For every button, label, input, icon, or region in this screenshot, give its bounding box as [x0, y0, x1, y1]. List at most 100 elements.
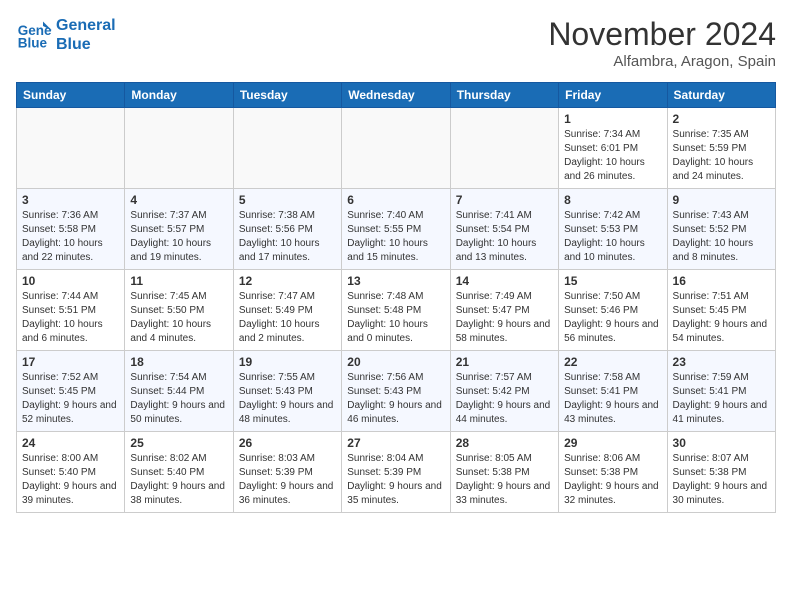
- calendar-cell: 26 Sunrise: 8:03 AM Sunset: 5:39 PM Dayli…: [233, 432, 341, 513]
- day-info: Sunrise: 8:05 AM Sunset: 5:38 PM Dayligh…: [456, 452, 553, 508]
- calendar-cell: 19 Sunrise: 7:55 AM Sunset: 5:43 PM Dayli…: [233, 351, 341, 432]
- calendar-cell: 1 Sunrise: 7:34 AM Sunset: 6:01 PM Daylig…: [559, 108, 667, 189]
- day-info: Sunrise: 8:07 AM Sunset: 5:38 PM Dayligh…: [673, 452, 770, 508]
- day-info: Sunrise: 7:36 AM Sunset: 5:58 PM Dayligh…: [22, 209, 119, 265]
- day-number: 22: [564, 355, 661, 369]
- day-number: 16: [673, 274, 770, 288]
- calendar-cell: 5Sunrise: 7:38 AM Sunset: 5:56 PM Daylig…: [233, 189, 341, 270]
- day-number: 12: [239, 274, 336, 288]
- day-number: 29: [564, 436, 661, 450]
- calendar-cell: 23 Sunrise: 7:59 AM Sunset: 5:41 PM Dayli…: [667, 351, 775, 432]
- calendar-cell: 3 Sunrise: 7:36 AM Sunset: 5:58 PM Daylig…: [17, 189, 125, 270]
- calendar-cell: 4Sunrise: 7:37 AM Sunset: 5:57 PM Daylig…: [125, 189, 233, 270]
- calendar-cell: 28 Sunrise: 8:05 AM Sunset: 5:38 PM Dayli…: [450, 432, 558, 513]
- day-number: 15: [564, 274, 661, 288]
- day-number: 6: [347, 193, 444, 207]
- calendar-cell: [342, 108, 450, 189]
- day-info: Sunrise: 7:48 AM Sunset: 5:48 PM Dayligh…: [347, 290, 444, 346]
- calendar-cell: 9Sunrise: 7:43 AM Sunset: 5:52 PM Daylig…: [667, 189, 775, 270]
- day-number: 1: [564, 112, 661, 126]
- day-number: 2: [673, 112, 770, 126]
- day-number: 10: [22, 274, 119, 288]
- day-number: 27: [347, 436, 444, 450]
- day-number: 30: [673, 436, 770, 450]
- day-info: Sunrise: 7:54 AM Sunset: 5:44 PM Dayligh…: [130, 371, 227, 427]
- day-number: 19: [239, 355, 336, 369]
- calendar-cell: 16 Sunrise: 7:51 AM Sunset: 5:45 PM Dayli…: [667, 270, 775, 351]
- weekday-header-friday: Friday: [559, 83, 667, 108]
- calendar-cell: 12 Sunrise: 7:47 AM Sunset: 5:49 PM Dayli…: [233, 270, 341, 351]
- day-info: Sunrise: 8:00 AM Sunset: 5:40 PM Dayligh…: [22, 452, 119, 508]
- calendar-cell: 14 Sunrise: 7:49 AM Sunset: 5:47 PM Dayli…: [450, 270, 558, 351]
- day-info: Sunrise: 7:40 AM Sunset: 5:55 PM Dayligh…: [347, 209, 444, 265]
- logo-text-blue: Blue: [56, 35, 116, 54]
- day-info: Sunrise: 7:57 AM Sunset: 5:42 PM Dayligh…: [456, 371, 553, 427]
- day-number: 5: [239, 193, 336, 207]
- day-info: Sunrise: 7:49 AM Sunset: 5:47 PM Dayligh…: [456, 290, 553, 346]
- location-text: Alfambra, Aragon, Spain: [548, 53, 776, 70]
- day-number: 7: [456, 193, 553, 207]
- calendar-cell: 22 Sunrise: 7:58 AM Sunset: 5:41 PM Dayli…: [559, 351, 667, 432]
- weekday-header-saturday: Saturday: [667, 83, 775, 108]
- calendar-week-1: 1 Sunrise: 7:34 AM Sunset: 6:01 PM Daylig…: [17, 108, 776, 189]
- day-info: Sunrise: 7:34 AM Sunset: 6:01 PM Dayligh…: [564, 128, 661, 184]
- day-number: 25: [130, 436, 227, 450]
- weekday-header-wednesday: Wednesday: [342, 83, 450, 108]
- day-number: 23: [673, 355, 770, 369]
- page-header: General Blue General Blue November 2024 …: [16, 16, 776, 70]
- day-info: Sunrise: 8:03 AM Sunset: 5:39 PM Dayligh…: [239, 452, 336, 508]
- calendar-cell: 11 Sunrise: 7:45 AM Sunset: 5:50 PM Dayli…: [125, 270, 233, 351]
- weekday-header-thursday: Thursday: [450, 83, 558, 108]
- day-info: Sunrise: 7:59 AM Sunset: 5:41 PM Dayligh…: [673, 371, 770, 427]
- day-number: 14: [456, 274, 553, 288]
- calendar-cell: [233, 108, 341, 189]
- calendar-table: SundayMondayTuesdayWednesdayThursdayFrid…: [16, 82, 776, 513]
- day-number: 24: [22, 436, 119, 450]
- calendar-cell: 20 Sunrise: 7:56 AM Sunset: 5:43 PM Dayli…: [342, 351, 450, 432]
- day-info: Sunrise: 7:58 AM Sunset: 5:41 PM Dayligh…: [564, 371, 661, 427]
- calendar-cell: 21 Sunrise: 7:57 AM Sunset: 5:42 PM Dayli…: [450, 351, 558, 432]
- calendar-cell: [125, 108, 233, 189]
- day-info: Sunrise: 7:43 AM Sunset: 5:52 PM Dayligh…: [673, 209, 770, 265]
- month-title: November 2024: [548, 16, 776, 53]
- day-number: 11: [130, 274, 227, 288]
- day-info: Sunrise: 7:56 AM Sunset: 5:43 PM Dayligh…: [347, 371, 444, 427]
- logo: General Blue General Blue: [16, 16, 116, 54]
- day-number: 17: [22, 355, 119, 369]
- day-info: Sunrise: 7:50 AM Sunset: 5:46 PM Dayligh…: [564, 290, 661, 346]
- calendar-week-4: 17 Sunrise: 7:52 AM Sunset: 5:45 PM Dayli…: [17, 351, 776, 432]
- day-number: 8: [564, 193, 661, 207]
- calendar-cell: 2Sunrise: 7:35 AM Sunset: 5:59 PM Daylig…: [667, 108, 775, 189]
- day-number: 13: [347, 274, 444, 288]
- day-info: Sunrise: 7:45 AM Sunset: 5:50 PM Dayligh…: [130, 290, 227, 346]
- day-info: Sunrise: 8:02 AM Sunset: 5:40 PM Dayligh…: [130, 452, 227, 508]
- calendar-cell: 27 Sunrise: 8:04 AM Sunset: 5:39 PM Dayli…: [342, 432, 450, 513]
- day-info: Sunrise: 7:47 AM Sunset: 5:49 PM Dayligh…: [239, 290, 336, 346]
- day-info: Sunrise: 7:52 AM Sunset: 5:45 PM Dayligh…: [22, 371, 119, 427]
- day-number: 28: [456, 436, 553, 450]
- calendar-cell: 8 Sunrise: 7:42 AM Sunset: 5:53 PM Daylig…: [559, 189, 667, 270]
- calendar-cell: 15 Sunrise: 7:50 AM Sunset: 5:46 PM Dayli…: [559, 270, 667, 351]
- weekday-header-monday: Monday: [125, 83, 233, 108]
- day-info: Sunrise: 8:04 AM Sunset: 5:39 PM Dayligh…: [347, 452, 444, 508]
- day-number: 21: [456, 355, 553, 369]
- day-info: Sunrise: 7:37 AM Sunset: 5:57 PM Dayligh…: [130, 209, 227, 265]
- day-info: Sunrise: 7:42 AM Sunset: 5:53 PM Dayligh…: [564, 209, 661, 265]
- day-number: 26: [239, 436, 336, 450]
- calendar-cell: 25 Sunrise: 8:02 AM Sunset: 5:40 PM Dayli…: [125, 432, 233, 513]
- calendar-cell: 24 Sunrise: 8:00 AM Sunset: 5:40 PM Dayli…: [17, 432, 125, 513]
- day-number: 20: [347, 355, 444, 369]
- calendar-week-3: 10 Sunrise: 7:44 AM Sunset: 5:51 PM Dayli…: [17, 270, 776, 351]
- logo-icon: General Blue: [16, 17, 52, 53]
- day-number: 18: [130, 355, 227, 369]
- day-number: 3: [22, 193, 119, 207]
- day-info: Sunrise: 7:44 AM Sunset: 5:51 PM Dayligh…: [22, 290, 119, 346]
- calendar-cell: [17, 108, 125, 189]
- svg-text:Blue: Blue: [18, 36, 48, 51]
- day-info: Sunrise: 8:06 AM Sunset: 5:38 PM Dayligh…: [564, 452, 661, 508]
- title-block: November 2024 Alfambra, Aragon, Spain: [548, 16, 776, 70]
- day-info: Sunrise: 7:55 AM Sunset: 5:43 PM Dayligh…: [239, 371, 336, 427]
- calendar-week-5: 24 Sunrise: 8:00 AM Sunset: 5:40 PM Dayli…: [17, 432, 776, 513]
- day-info: Sunrise: 7:51 AM Sunset: 5:45 PM Dayligh…: [673, 290, 770, 346]
- calendar-cell: [450, 108, 558, 189]
